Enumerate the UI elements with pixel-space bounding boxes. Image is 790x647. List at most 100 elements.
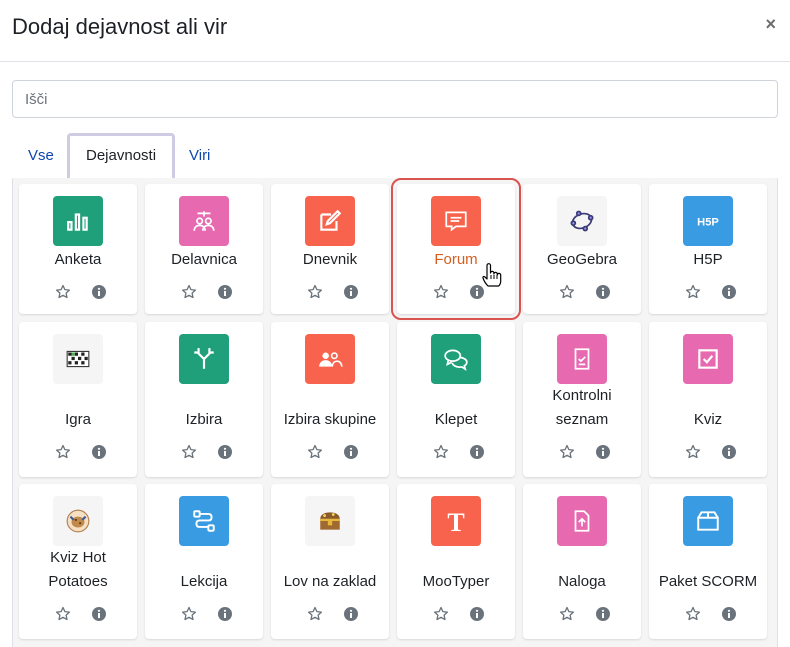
activity-label: Paket SCORM <box>658 573 758 590</box>
treasure-chest-icon <box>305 496 355 546</box>
activity-label: Dnevnik <box>302 251 358 268</box>
star-icon[interactable] <box>433 284 449 300</box>
mootyper-icon: T <box>431 496 481 546</box>
activity-card-kviz[interactable]: Kviz <box>649 322 767 477</box>
info-icon[interactable] <box>721 444 737 460</box>
info-icon[interactable] <box>721 284 737 300</box>
star-icon[interactable] <box>559 606 575 622</box>
info-icon[interactable] <box>595 606 611 622</box>
activity-label: H5P <box>693 251 723 268</box>
lesson-icon <box>179 496 229 546</box>
info-icon[interactable] <box>91 444 107 460</box>
star-icon[interactable] <box>559 444 575 460</box>
info-icon[interactable] <box>91 284 107 300</box>
star-icon[interactable] <box>181 284 197 300</box>
info-icon[interactable] <box>595 444 611 460</box>
star-icon[interactable] <box>55 284 71 300</box>
assignment-upload-icon <box>557 496 607 546</box>
search-input[interactable] <box>12 80 778 118</box>
activity-card-kontrolni-seznam[interactable]: Kontrolni seznam <box>523 322 641 477</box>
star-icon[interactable] <box>55 444 71 460</box>
modal-title: Dodaj dejavnost ali vir <box>12 14 228 39</box>
activity-label: Kviz <box>693 411 723 428</box>
activity-card-dnevnik[interactable]: Dnevnik <box>271 184 389 314</box>
activity-label: Delavnica <box>171 251 237 268</box>
activity-grid: Anketa Delavnica Dnevnik Forum GeoGebra H5P H5… <box>12 178 778 647</box>
tab-activities[interactable]: Dejavnosti <box>67 133 176 180</box>
choice-arrows-icon <box>179 334 229 384</box>
modal-header: Dodaj dejavnost ali vir × <box>0 0 790 62</box>
info-icon[interactable] <box>343 606 359 622</box>
info-icon[interactable] <box>469 444 485 460</box>
info-icon[interactable] <box>343 444 359 460</box>
star-icon[interactable] <box>559 284 575 300</box>
hand-cursor-icon <box>481 262 503 288</box>
star-icon[interactable] <box>685 444 701 460</box>
activity-label: Klepet <box>434 411 478 428</box>
star-icon[interactable] <box>433 444 449 460</box>
activity-card-paket-scorm[interactable]: Paket SCORM <box>649 484 767 639</box>
activity-label: Lekcija <box>180 573 228 590</box>
info-icon[interactable] <box>217 284 233 300</box>
activity-card-delavnica[interactable]: Delavnica <box>145 184 263 314</box>
info-icon[interactable] <box>469 606 485 622</box>
star-icon[interactable] <box>685 284 701 300</box>
activity-label: Lov na zaklad <box>283 573 377 590</box>
info-icon[interactable] <box>343 284 359 300</box>
bar-chart-icon <box>53 196 103 246</box>
star-icon[interactable] <box>307 606 323 622</box>
activity-card-klepet[interactable]: Klepet <box>397 322 515 477</box>
svg-text:H5P: H5P <box>697 217 719 229</box>
activity-label: Izbira skupine <box>283 411 377 428</box>
activity-card-lov-na-zaklad[interactable]: Lov na zaklad <box>271 484 389 639</box>
info-icon[interactable] <box>721 606 737 622</box>
hot-potatoes-icon <box>53 496 103 546</box>
activity-card-naloga[interactable]: Naloga <box>523 484 641 639</box>
activity-card-anketa[interactable]: Anketa <box>19 184 137 314</box>
tab-all[interactable]: Vse <box>12 133 70 179</box>
chat-icon <box>431 334 481 384</box>
activity-label: Kontrolni seznam <box>552 387 612 428</box>
activity-card-geogebra[interactable]: GeoGebra <box>523 184 641 314</box>
activity-label: GeoGebra <box>546 251 618 268</box>
info-icon[interactable] <box>217 606 233 622</box>
info-icon[interactable] <box>595 284 611 300</box>
info-icon[interactable] <box>217 444 233 460</box>
activity-card-mootyper[interactable]: T MooTyper <box>397 484 515 639</box>
activity-card-izbira[interactable]: Izbira <box>145 322 263 477</box>
group-choice-icon <box>305 334 355 384</box>
activity-label: Naloga <box>558 573 606 590</box>
crossword-icon <box>53 334 103 384</box>
activity-label: Igra <box>65 411 91 428</box>
activity-label: Izbira <box>185 411 223 428</box>
activity-label: Anketa <box>54 251 102 268</box>
quiz-check-icon <box>683 334 733 384</box>
star-icon[interactable] <box>55 606 71 622</box>
star-icon[interactable] <box>433 606 449 622</box>
checklist-icon <box>557 334 607 384</box>
workshop-icon <box>179 196 229 246</box>
star-icon[interactable] <box>685 606 701 622</box>
svg-text:T: T <box>447 508 464 534</box>
activity-card-izbira-skupine[interactable]: Izbira skupine <box>271 322 389 477</box>
forum-icon <box>431 196 481 246</box>
geogebra-icon <box>557 196 607 246</box>
journal-edit-icon <box>305 196 355 246</box>
activity-card-h5p[interactable]: H5P H5P <box>649 184 767 314</box>
activity-card-igra[interactable]: Igra <box>19 322 137 477</box>
activity-card-forum[interactable]: Forum <box>391 178 521 320</box>
star-icon[interactable] <box>181 606 197 622</box>
h5p-icon: H5P <box>683 196 733 246</box>
star-icon[interactable] <box>181 444 197 460</box>
info-icon[interactable] <box>91 606 107 622</box>
scorm-package-icon <box>683 496 733 546</box>
activity-tabs: Vse Dejavnosti Viri <box>12 133 778 180</box>
tab-resources[interactable]: Viri <box>173 133 226 179</box>
activity-label: Kviz Hot Potatoes <box>48 549 108 590</box>
activity-label: MooTyper <box>422 573 490 590</box>
activity-card-lekcija[interactable]: Lekcija <box>145 484 263 639</box>
activity-card-kviz-hot-potatoes[interactable]: Kviz Hot Potatoes <box>19 484 137 639</box>
star-icon[interactable] <box>307 444 323 460</box>
close-button[interactable]: × <box>765 14 776 35</box>
star-icon[interactable] <box>307 284 323 300</box>
